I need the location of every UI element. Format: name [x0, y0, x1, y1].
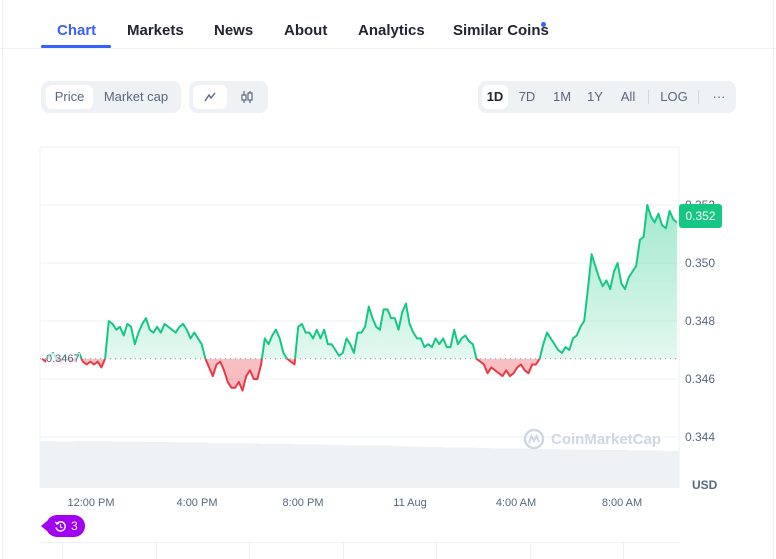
volume-bar	[56, 441, 74, 488]
volume-bar	[527, 448, 545, 488]
navigator-gridline	[156, 543, 157, 559]
volume-bar	[359, 445, 377, 488]
price-area-up	[42, 205, 677, 359]
y-tick-label: 0.344	[685, 430, 716, 444]
baseline-price-label: 0.3467	[46, 353, 80, 365]
volume-bar	[325, 444, 343, 488]
x-tick-label: 8:00 AM	[601, 497, 643, 509]
y-tick-label: 0.346	[685, 372, 716, 386]
volume-bar	[544, 448, 562, 488]
volume-bar	[477, 448, 495, 488]
coinmarketcap-logo-icon	[523, 428, 545, 450]
price-chart: 0.352 0.350 0.348 0.346 0.344 USD 0.352 …	[0, 0, 776, 559]
volume-bar	[494, 448, 512, 488]
y-tick-label: 0.348	[685, 314, 716, 328]
volume-bar	[342, 445, 360, 488]
volume-bar	[258, 443, 276, 488]
volume-bar	[208, 442, 226, 488]
chart-canvas[interactable]	[0, 0, 776, 559]
up-line-group	[41, 204, 678, 359]
volume-bar	[275, 443, 293, 488]
volume-bar	[309, 444, 327, 488]
volume-bar	[662, 450, 680, 488]
y-tick-label: 0.350	[685, 256, 716, 270]
volume-bar	[645, 450, 663, 488]
x-tick-label: 4:00 PM	[176, 497, 218, 509]
navigator-gridline	[343, 543, 344, 559]
coinmarketcap-watermark: CoinMarketCap	[523, 428, 661, 450]
volume-bar	[426, 447, 444, 488]
volume-bar	[393, 446, 411, 488]
x-tick-label: 4:00 AM	[495, 497, 537, 509]
x-tick-label: 12:00 PM	[67, 497, 115, 509]
currency-label: USD	[692, 478, 718, 492]
volume-bar	[174, 442, 192, 488]
volume-bar	[460, 447, 478, 488]
price-line-up	[41, 204, 678, 359]
current-price-tag: 0.352	[679, 204, 722, 228]
volume-bar	[594, 449, 613, 488]
volume-bar	[157, 441, 175, 488]
down-line-group	[41, 358, 541, 392]
volume-bar	[409, 446, 428, 488]
down-area-group	[42, 358, 540, 391]
volume-bar	[376, 445, 394, 488]
volume-bar	[561, 449, 579, 488]
volume-bar	[292, 444, 310, 488]
x-tick-label: 11 Aug	[393, 497, 427, 509]
up-area-group	[42, 205, 677, 359]
navigator-gridline	[436, 543, 437, 559]
volume-bar	[510, 448, 528, 488]
navigator-gridline	[62, 543, 63, 559]
price-area-down	[42, 358, 540, 391]
volume-bar	[578, 449, 596, 488]
history-icon	[54, 520, 66, 532]
volume-bar	[191, 442, 209, 488]
volume-bar	[140, 441, 159, 488]
navigator-gridline	[530, 543, 531, 559]
time-navigator[interactable]	[40, 542, 680, 559]
volume-bar	[124, 441, 142, 488]
volume-bar	[107, 441, 125, 488]
volume-bar	[73, 441, 91, 488]
price-line-down	[41, 358, 541, 392]
navigator-gridline	[249, 543, 250, 559]
navigator-gridline	[623, 543, 624, 559]
volume-bar	[241, 443, 259, 488]
volume-bar	[224, 442, 243, 488]
volume-bar	[443, 447, 461, 488]
volume-bar	[611, 449, 629, 488]
volume-bar	[628, 450, 646, 488]
x-tick-label: 8:00 PM	[282, 497, 324, 509]
volume-bar	[90, 441, 108, 488]
volume-bar	[40, 441, 58, 488]
events-badge[interactable]: 3	[41, 515, 85, 537]
events-count: 3	[71, 519, 78, 533]
watermark-text: CoinMarketCap	[551, 430, 662, 448]
